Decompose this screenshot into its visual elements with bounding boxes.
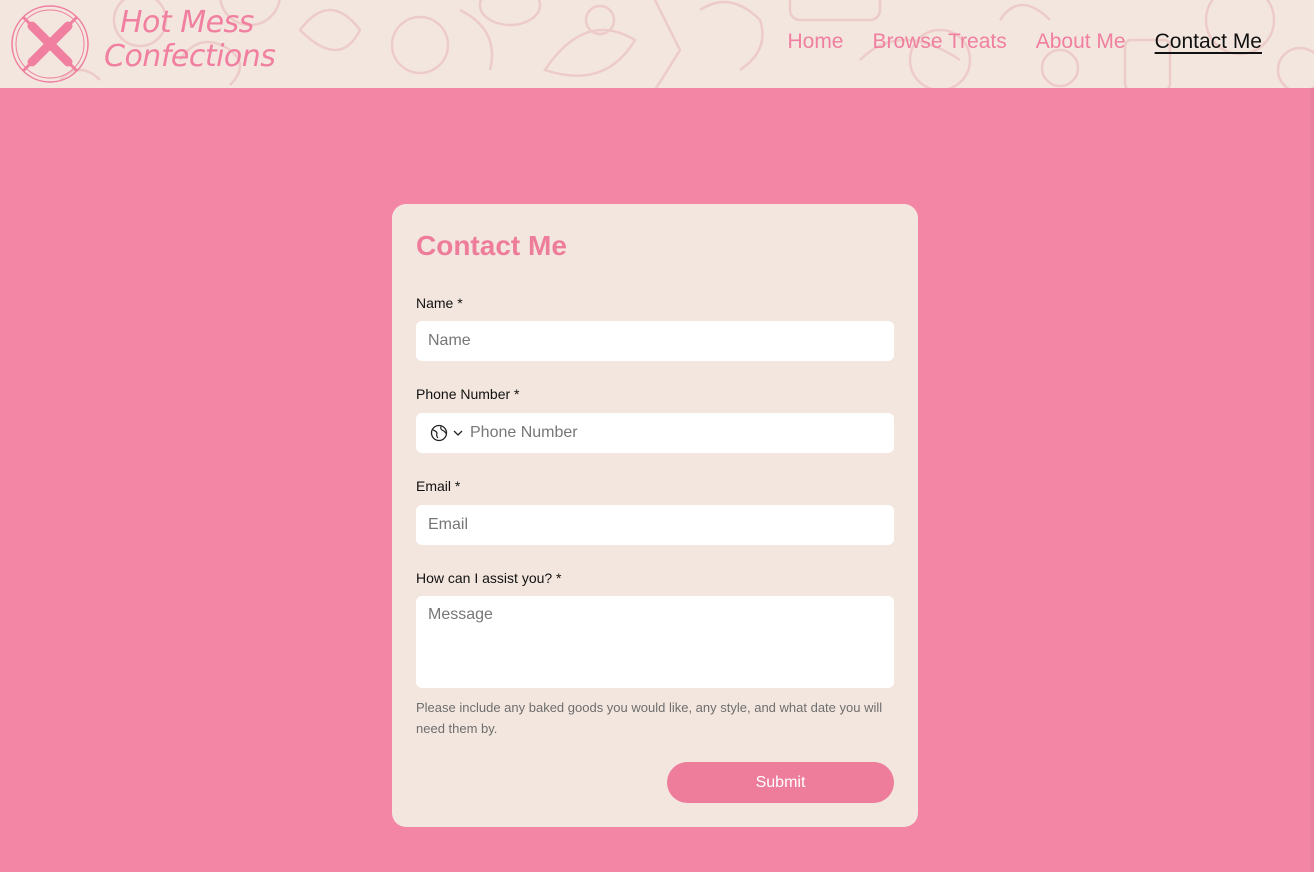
phone-label: Phone Number * (416, 386, 520, 402)
form-title: Contact Me (416, 230, 567, 261)
email-input[interactable] (416, 505, 894, 545)
message-help-text: Please include any baked goods you would… (416, 700, 883, 736)
crossed-rolling-pins-icon[interactable] (10, 4, 90, 84)
name-label: Name * (416, 295, 463, 311)
nav-browse-treats[interactable]: Browse Treats (873, 30, 1007, 54)
globe-icon[interactable] (430, 424, 448, 442)
chevron-down-icon[interactable] (452, 427, 464, 439)
nav-about-me[interactable]: About Me (1036, 30, 1126, 54)
submit-button[interactable]: Submit (667, 762, 894, 803)
name-input[interactable] (416, 321, 894, 361)
phone-input[interactable] (470, 414, 894, 452)
email-label: Email * (416, 478, 461, 494)
phone-field[interactable] (416, 413, 894, 453)
scrollbar[interactable] (1310, 88, 1314, 872)
brand-line-2: Confections (104, 39, 276, 74)
brand-line-1: Hot Mess (120, 5, 254, 40)
nav-contact-me[interactable]: Contact Me (1155, 30, 1262, 54)
nav-home[interactable]: Home (787, 30, 843, 54)
contact-form-card: Contact Me Name * Phone Number * Email *… (392, 204, 918, 827)
message-label: How can I assist you? * (416, 570, 562, 586)
brand-name[interactable]: Hot Mess Confections (104, 5, 276, 74)
main-nav: Home Browse Treats About Me Contact Me (787, 30, 1262, 54)
message-textarea[interactable] (416, 596, 894, 688)
site-header: Hot Mess Confections Home Browse Treats … (0, 0, 1314, 88)
